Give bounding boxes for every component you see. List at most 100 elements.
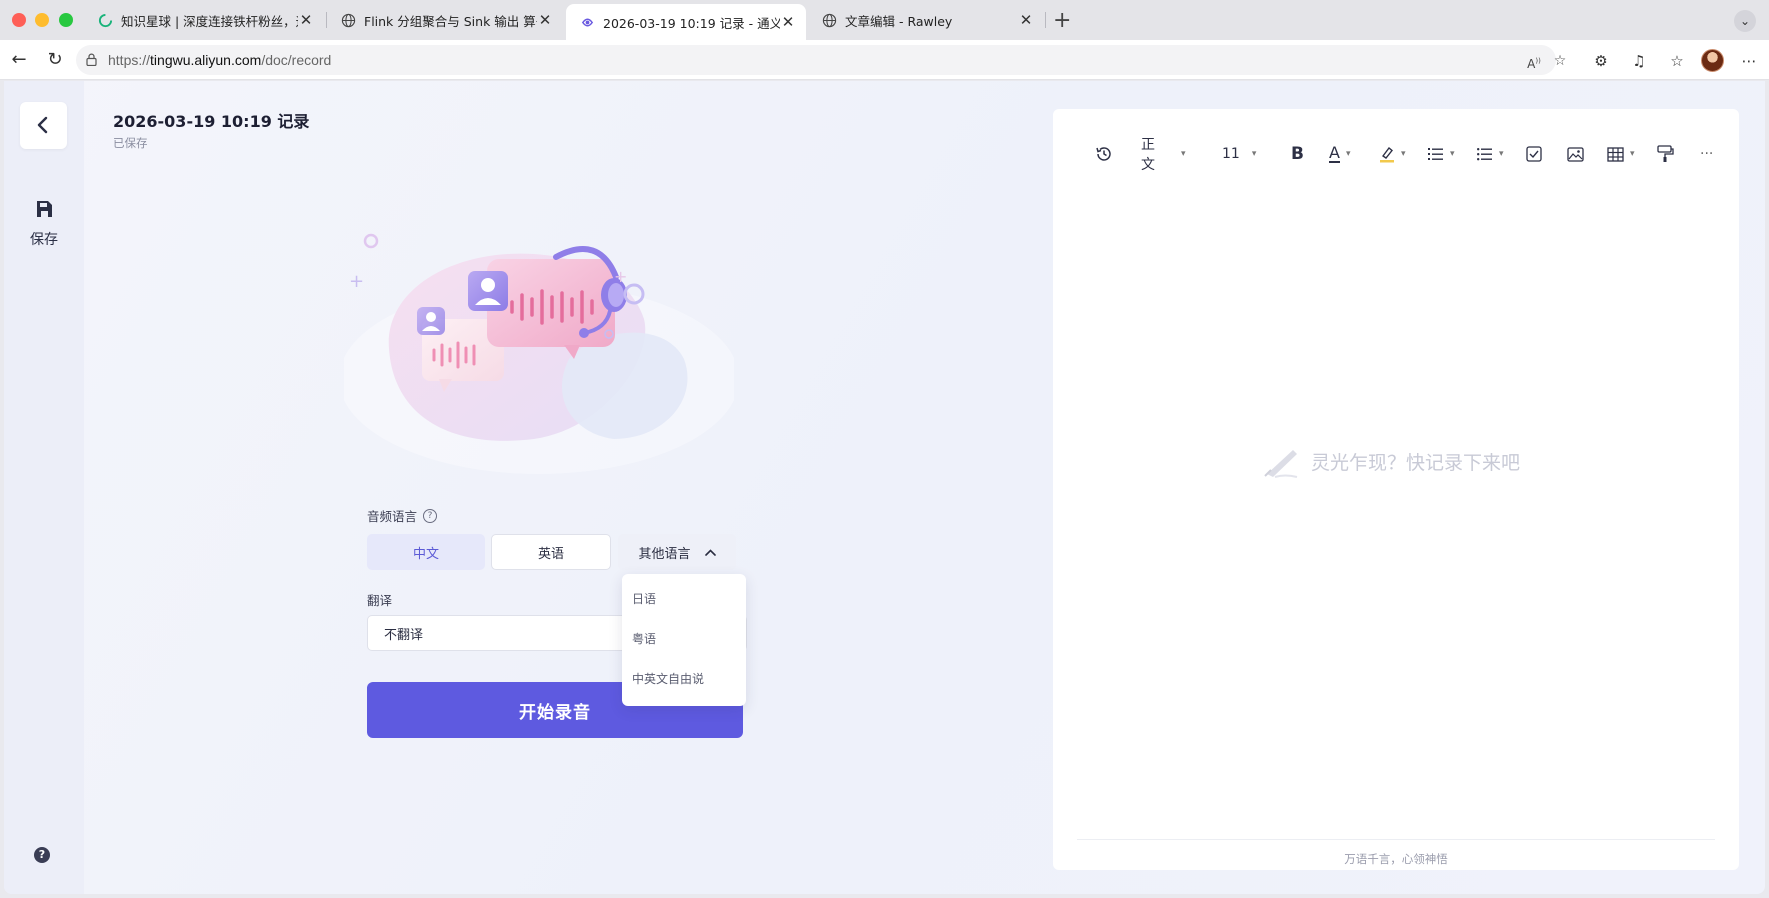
menu-item-japanese[interactable]: 日语	[632, 590, 656, 607]
back-arrow-icon[interactable]: ←	[8, 49, 30, 71]
browser-tab-bar: 知识星球 | 深度连接铁杆粉丝，运营 ✕ Flink 分组聚合与 Sink 输出…	[0, 0, 1769, 40]
favorite-star-icon[interactable]: ☆	[1550, 51, 1570, 71]
zoom-window-button[interactable]	[59, 13, 73, 27]
menu-item-mixed-zh-en[interactable]: 中英文自由说	[632, 670, 704, 687]
url-scheme: https://	[108, 52, 151, 68]
table-button[interactable]: ▾	[1607, 139, 1635, 169]
notes-editor: 正文 ▾ 11 ▾ B A ▾ ▾ ▾ ▾ ▾ ··· 灵光乍现？快记录下来吧 …	[1053, 109, 1739, 870]
chevron-down-icon: ▾	[1499, 149, 1504, 159]
paragraph-style-value: 正文	[1141, 137, 1155, 173]
checkbox-icon[interactable]	[1526, 139, 1542, 169]
chevron-down-icon: ▾	[1630, 149, 1635, 159]
more-menu-icon[interactable]: ⋯	[1739, 51, 1759, 71]
profile-avatar[interactable]	[1701, 49, 1724, 72]
tab-separator	[1045, 12, 1046, 28]
tab-title: 2026-03-19 10:19 记录 - 通义听悟	[603, 15, 780, 31]
image-icon[interactable]	[1567, 139, 1584, 169]
back-button[interactable]	[20, 102, 67, 149]
reload-icon[interactable]: ↻	[44, 49, 66, 71]
history-icon[interactable]	[1095, 139, 1113, 169]
tab-list-chevron-icon[interactable]: ⌄	[1734, 10, 1756, 32]
chevron-up-icon	[704, 548, 716, 556]
url-host: tingwu.aliyun.com	[150, 52, 262, 68]
save-label: 保存	[30, 232, 58, 248]
new-tab-plus-icon[interactable]: +	[1053, 8, 1071, 33]
highlighter-icon	[1380, 146, 1394, 163]
table-icon	[1607, 146, 1624, 162]
font-color-icon: A	[1329, 143, 1340, 163]
close-tab-icon[interactable]: ✕	[298, 11, 314, 29]
close-window-button[interactable]	[12, 13, 26, 27]
lang-option-label: 中文	[412, 546, 439, 562]
browser-tab-zsxq[interactable]: 知识星球 | 深度连接铁杆粉丝，运营 ✕	[84, 4, 324, 36]
font-color-button[interactable]: A ▾	[1329, 139, 1350, 169]
close-tab-icon[interactable]: ✕	[780, 13, 796, 31]
extensions-puzzle-icon[interactable]: ⚙	[1591, 51, 1611, 71]
translate-value: 不翻译	[384, 627, 424, 643]
save-status: 已保存	[113, 136, 148, 150]
chevron-down-icon: ▾	[1450, 149, 1455, 159]
address-toolbar: ← ↻ https://tingwu.aliyun.com/doc/record…	[0, 40, 1769, 80]
bullet-list-button[interactable]: ▾	[1477, 139, 1504, 169]
svg-text:+: +	[614, 267, 627, 286]
browser-tab-flink[interactable]: Flink 分组聚合与 Sink 输出 算子 - ✕	[327, 4, 563, 36]
chevron-down-icon: ▾	[1401, 149, 1406, 159]
tab-title: Flink 分组聚合与 Sink 输出 算子 -	[364, 13, 537, 29]
empty-hint-text: 灵光乍现？快记录下来吧	[1311, 451, 1521, 474]
globe-icon	[341, 13, 356, 27]
save-button[interactable]: 保存	[16, 199, 72, 259]
menu-item-cantonese[interactable]: 粤语	[632, 630, 656, 647]
globe-icon	[822, 13, 837, 27]
tab-title: 文章编辑 - Rawley	[845, 13, 953, 29]
minimize-window-button[interactable]	[35, 13, 49, 27]
audio-language-label: 音频语言 ?	[367, 506, 438, 525]
browser-tab-tingwu[interactable]: 2026-03-19 10:19 记录 - 通义听悟 ✕	[566, 4, 806, 40]
chevron-left-icon	[37, 116, 48, 134]
left-rail: 保存 ?	[4, 81, 84, 894]
paragraph-style-select[interactable]: 正文 ▾	[1141, 137, 1186, 173]
font-size-select[interactable]: 11 ▾	[1222, 139, 1256, 169]
voice-chat-illustration: + +	[344, 233, 734, 474]
lang-option-label: 英语	[537, 546, 564, 562]
bullet-list-icon	[1477, 148, 1492, 161]
font-size-value: 11	[1222, 146, 1240, 162]
close-tab-icon[interactable]: ✕	[1018, 11, 1034, 29]
favorites-list-icon[interactable]: ☆	[1667, 51, 1687, 71]
loading-spinner-icon	[98, 13, 113, 27]
question-circle-icon[interactable]: ?	[423, 508, 438, 523]
footer-divider	[1077, 839, 1715, 840]
numbered-list-icon	[1428, 148, 1443, 160]
url-bar[interactable]: https://tingwu.aliyun.com/doc/record A))…	[76, 45, 1566, 75]
doc-title: 2026-03-19 10:19 记录	[113, 112, 310, 131]
pen-icon	[1264, 450, 1298, 478]
browser-tab-rawley[interactable]: 文章编辑 - Rawley ✕	[808, 4, 1044, 36]
lang-option-chinese[interactable]: 中文	[367, 534, 485, 570]
chevron-down-icon: ▾	[1181, 149, 1186, 159]
tingwu-logo-icon	[581, 17, 594, 27]
chevron-down-icon: ▾	[1345, 149, 1351, 159]
lang-option-english[interactable]: 英语	[491, 534, 611, 570]
more-tools-icon[interactable]: ···	[1700, 139, 1713, 169]
tab-title: 知识星球 | 深度连接铁杆粉丝，运营	[121, 13, 298, 29]
media-control-icon[interactable]: ♫	[1629, 51, 1649, 71]
empty-state: 灵光乍现？快记录下来吧	[1263, 444, 1520, 478]
bold-icon[interactable]: B	[1291, 139, 1304, 169]
editor-footer-text: 万语千言，心领神悟	[1344, 852, 1448, 866]
read-aloud-icon[interactable]: A))	[1524, 51, 1544, 71]
url-path: /doc/record	[261, 52, 332, 68]
highlight-button[interactable]: ▾	[1379, 139, 1406, 169]
url-text: https://tingwu.aliyun.com/doc/record	[108, 52, 331, 68]
tingwu-page: 保存 ? 2026-03-19 10:19 记录 已保存 + + 音频语言 ? …	[4, 81, 1765, 894]
numbered-list-button[interactable]: ▾	[1428, 139, 1455, 169]
help-question-icon[interactable]: ?	[34, 847, 50, 863]
close-tab-icon[interactable]: ✕	[537, 11, 553, 29]
other-language-menu: 日语 粤语 中英文自由说	[622, 574, 746, 706]
translate-label: 翻译	[367, 593, 393, 608]
chevron-down-icon: ▾	[1251, 149, 1257, 159]
floppy-disk-icon	[37, 201, 52, 217]
lock-icon	[86, 53, 97, 66]
svg-text:+: +	[349, 271, 364, 292]
audio-language-text: 音频语言	[367, 509, 418, 524]
lang-option-other[interactable]: 其他语言	[618, 534, 736, 570]
format-painter-icon[interactable]	[1657, 139, 1674, 169]
